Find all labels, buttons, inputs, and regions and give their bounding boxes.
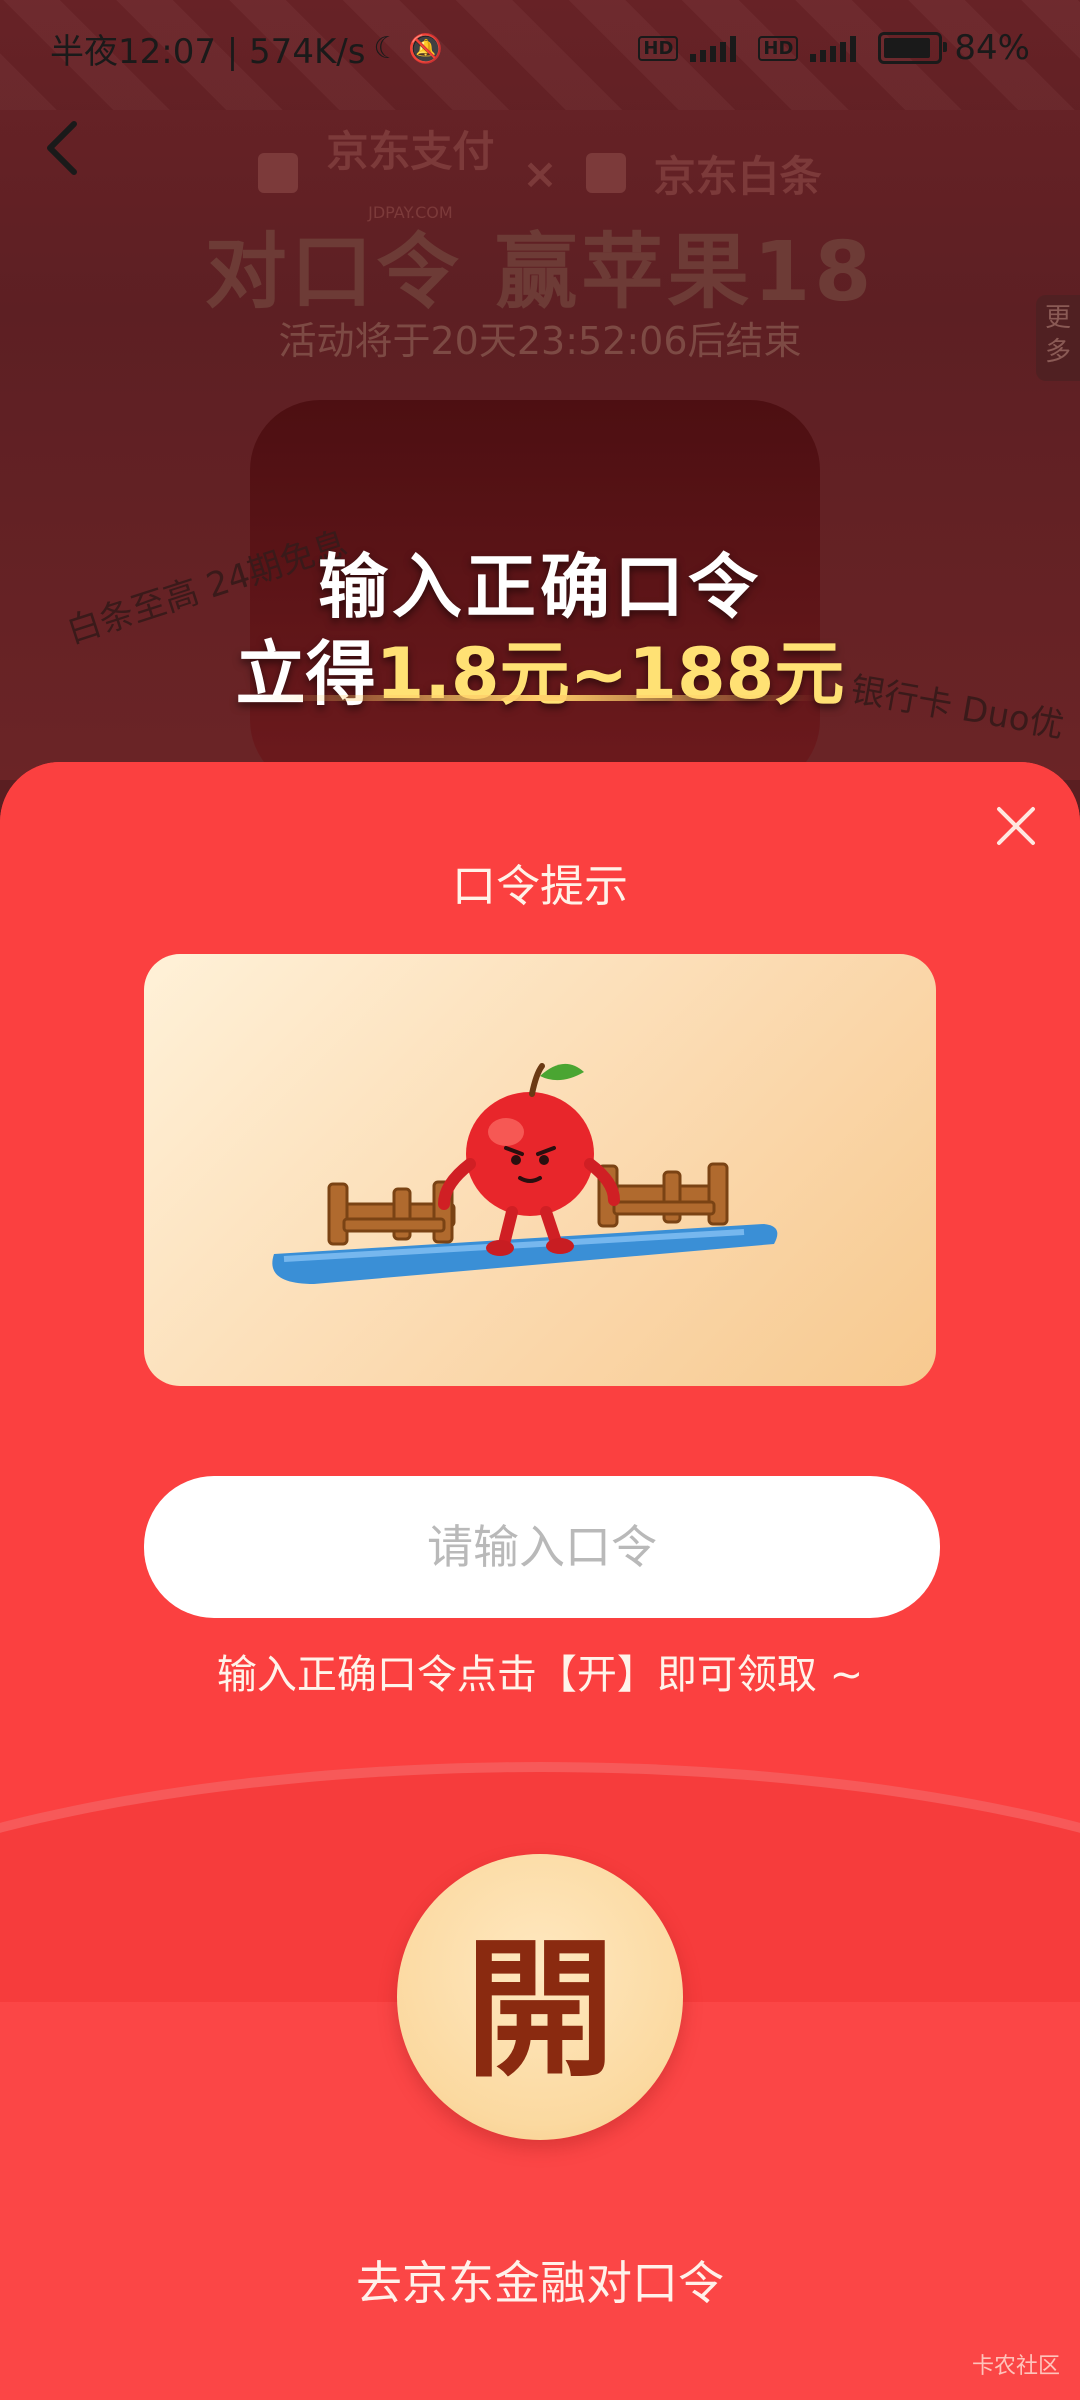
watermark: 卡农社区 <box>971 2354 1060 2379</box>
go-jd-finance-link[interactable]: 去京东金融对口令 <box>0 2247 1080 2313</box>
promo-glow-line <box>260 695 820 701</box>
more-button[interactable]: 更多 <box>1036 295 1080 381</box>
battery-icon <box>878 32 948 64</box>
countdown-text: 活动将于20天23:52:06后结束 <box>278 319 802 363</box>
promo-line1: 输入正确口令 <box>318 546 762 628</box>
status-time-speed: 半夜12:07 | 574K/s <box>50 31 366 72</box>
moon-icon: ☾ <box>373 30 401 66</box>
hd-icon-2: HD <box>758 35 799 61</box>
password-modal: 口令提示 请输入口令 输入正确口令点击【开】即可领取 ~ 開 去京东金融对口令 … <box>0 762 1080 2400</box>
promo-banner: 输入正确口令 立得1.8元~188元 <box>0 545 1080 719</box>
password-input[interactable] <box>144 1476 940 1618</box>
logo-separator: × <box>522 148 558 198</box>
modal-title: 口令提示 <box>452 861 628 912</box>
battery-level: 84% <box>954 28 1030 68</box>
promo-amount: 1.8元~188元 <box>375 633 845 715</box>
open-button[interactable]: 開 <box>397 1854 683 2140</box>
close-icon[interactable] <box>994 804 1038 848</box>
open-button-label: 開 <box>464 1921 615 2098</box>
promo-prefix: 立得 <box>235 633 376 715</box>
bell-off-icon: 🔕 <box>408 31 444 65</box>
background-page: 半夜12:07 | 574K/s ☾ 🔕 HD HD 84% 京东支付 JDPA… <box>0 0 1080 790</box>
signal-5g-icon <box>690 34 746 62</box>
hd-icon: HD <box>638 35 679 61</box>
apple-bridge-illustration <box>272 1063 778 1284</box>
hint-image <box>144 954 936 1386</box>
logo-baitiao: 京东白条 <box>653 151 822 201</box>
input-tip: 输入正确口令点击【开】即可领取 ~ <box>216 1652 864 1698</box>
signal-4g-icon <box>810 34 866 62</box>
campaign-title: 对口令 赢苹果18 <box>204 225 876 320</box>
promo-line2: 立得1.8元~188元 <box>0 629 1080 719</box>
status-bar: 半夜12:07 | 574K/s ☾ 🔕 HD HD 84% <box>50 20 1030 76</box>
jdpay-logo-icon <box>258 153 299 193</box>
baitiao-logo-icon <box>585 153 626 193</box>
